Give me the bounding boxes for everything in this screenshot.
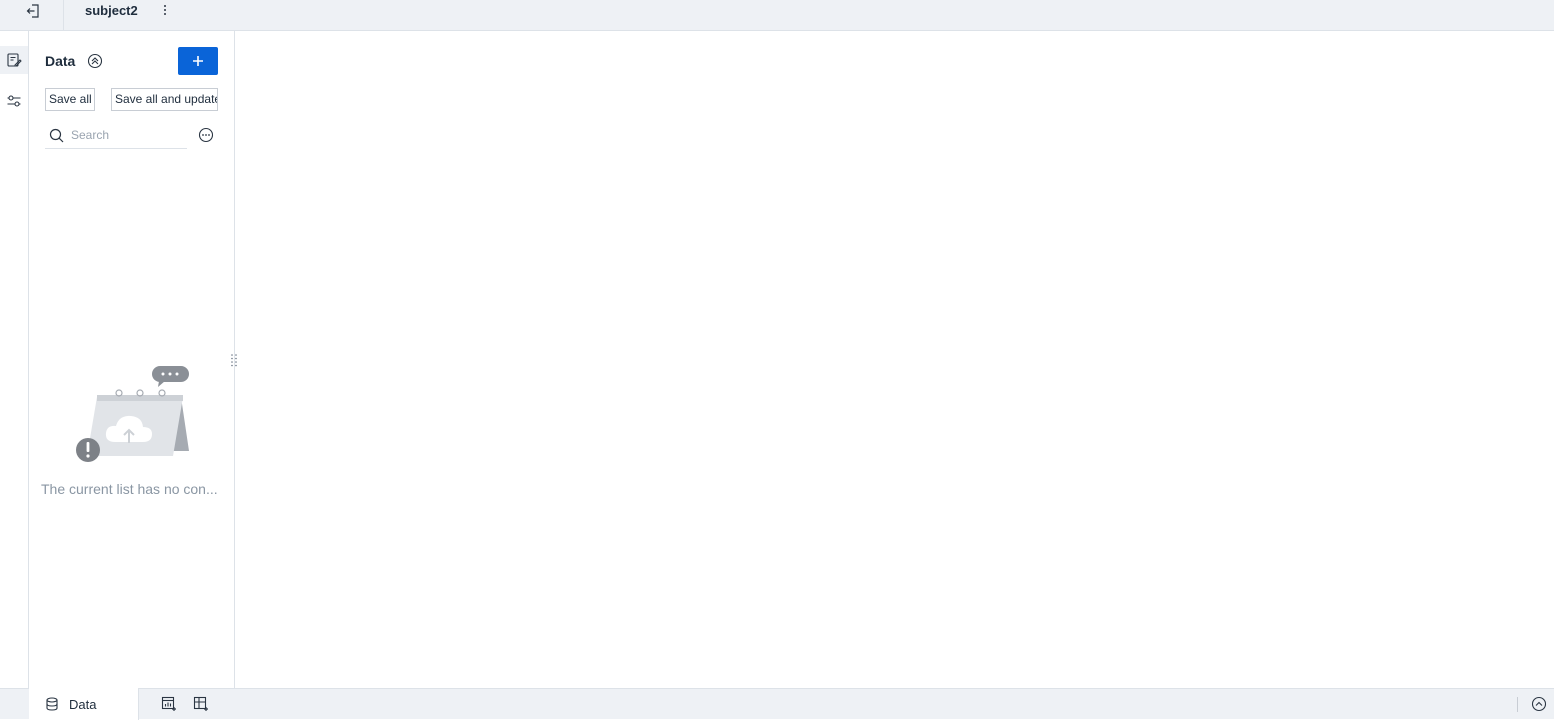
panel-title: Data	[45, 53, 76, 69]
search-box	[45, 123, 187, 149]
filter-settings-icon	[7, 95, 21, 107]
vertical-dots-icon	[164, 5, 166, 15]
data-panel: Data Save all Save all and update Search…	[29, 31, 235, 688]
main-canvas	[235, 31, 1554, 688]
save-all-button[interactable]: Save all	[45, 88, 95, 111]
left-rail	[0, 31, 29, 688]
search-input[interactable]	[71, 126, 183, 144]
bottom-divider	[1517, 697, 1518, 712]
top-bar: subject2	[0, 0, 1554, 31]
plus-icon	[193, 56, 203, 66]
more-horizontal-circle-icon[interactable]	[198, 127, 214, 143]
rail-item-data[interactable]	[0, 46, 28, 74]
expand-up-icon[interactable]	[1531, 696, 1547, 712]
search-icon	[49, 128, 64, 143]
add-chart-sheet-icon[interactable]	[161, 696, 177, 712]
bottom-bar: Data	[0, 688, 1554, 720]
tab-data[interactable]: Data	[29, 688, 139, 720]
tab-data-label: Data	[69, 696, 97, 712]
empty-state-text: The current list has no con...	[41, 481, 218, 497]
database-icon	[46, 697, 58, 711]
rail-item-filters[interactable]	[0, 87, 28, 115]
subject-title[interactable]: subject2	[85, 3, 138, 18]
more-options-button[interactable]	[158, 3, 172, 17]
add-data-button[interactable]	[178, 47, 218, 75]
data-edit-icon	[7, 53, 22, 67]
tab-divider	[63, 0, 64, 30]
save-all-and-update-button[interactable]: Save all and update	[111, 88, 218, 111]
exit-icon	[26, 4, 39, 18]
empty-state-illustration	[76, 366, 189, 462]
add-dashboard-icon[interactable]	[193, 696, 209, 712]
collapse-up-icon[interactable]	[87, 53, 103, 69]
exit-button[interactable]	[22, 2, 44, 20]
